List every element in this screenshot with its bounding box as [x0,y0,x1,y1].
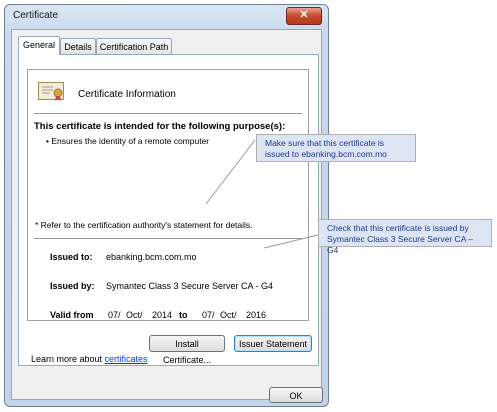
close-icon: ✕ [299,9,309,21]
ok-button[interactable]: OK [269,387,323,403]
learn-more: Learn more about certificates [31,354,148,364]
info-title: Certificate Information [78,89,176,100]
refer-note: * Refer to the certification authority's… [35,220,253,230]
title-divider [34,113,302,114]
certificate-icon [38,82,64,101]
learn-more-text: Learn more about [31,354,105,364]
valid-to-day: 07/ [202,310,215,320]
tab-general[interactable]: General [18,36,60,55]
close-button[interactable]: ✕ [286,7,322,25]
issued-to-label: Issued to: [50,252,93,262]
tab-certification-path[interactable]: Certification Path [96,38,172,54]
callout-issued-by: Check that this certificate is issued by… [318,219,492,255]
issued-by-label: Issued by: [50,281,95,291]
title-bar[interactable]: Certificate ✕ [5,5,328,29]
tab-details[interactable]: Details [60,38,96,54]
valid-to-label: to [179,310,188,320]
general-tab-panel: Certificate Information This certificate… [18,54,319,366]
certificate-info-box: Certificate Information This certificate… [27,69,309,321]
issuer-statement-button[interactable]: Issuer Statement [234,335,312,352]
dialog-client: General Details Certification Path Certi… [11,29,323,403]
purpose-item: • Ensures the identity of a remote compu… [46,136,210,146]
details-divider [34,238,302,239]
valid-from-year: 2014 [152,310,173,320]
valid-from-day: 07/ [108,310,121,320]
install-certificate-button[interactable]: Install Certificate... [149,335,225,365]
issued-to-value: ebanking.bcm.com.mo [106,252,197,262]
valid-to-year: 2016 [246,310,267,320]
valid-from-label: Valid from [50,310,94,320]
purpose-heading: This certificate is intended for the fol… [34,121,286,132]
issued-by-value: Symantec Class 3 Secure Server CA - G4 [106,281,274,291]
certificates-link[interactable]: certificates [105,354,148,364]
certificate-dialog: Certificate ✕ General Details Certificat… [4,4,329,407]
valid-to-month: Oct/ [220,310,237,320]
callout-issued-to: Make sure that this certificate is issue… [256,134,416,162]
window-title: Certificate [13,10,59,21]
valid-from-month: Oct/ [126,310,143,320]
